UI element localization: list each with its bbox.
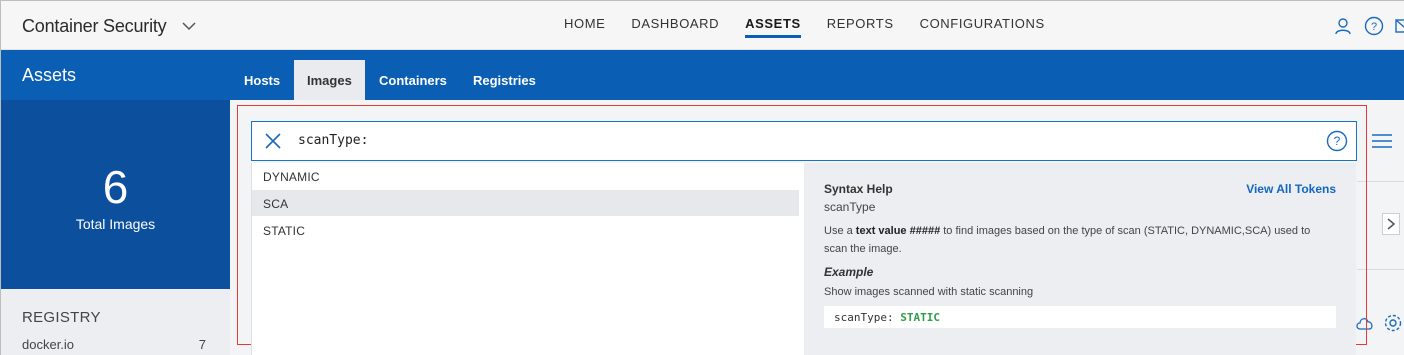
total-images-label: Total Images bbox=[75, 216, 156, 232]
syntax-description: Use a text value ##### to find images ba… bbox=[824, 222, 1324, 258]
syntax-help-title: Syntax Help bbox=[824, 182, 893, 196]
main-nav: HOME DASHBOARD ASSETS REPORTS CONFIGURAT… bbox=[564, 1, 1071, 50]
example-title: Example bbox=[824, 265, 874, 279]
desc-bold: text value ##### bbox=[855, 225, 941, 237]
suggestion-item[interactable]: DYNAMIC bbox=[252, 163, 799, 189]
svg-text:?: ? bbox=[1371, 21, 1377, 33]
nav-reports[interactable]: REPORTS bbox=[827, 1, 894, 50]
code-value: STATIC bbox=[900, 311, 940, 324]
nav-home[interactable]: HOME bbox=[564, 1, 605, 50]
section-band: Assets Hosts Images Containers Registrie… bbox=[1, 50, 1404, 100]
search-bar: ? bbox=[251, 121, 1357, 161]
desc-text: Use a bbox=[824, 225, 856, 237]
tab-images[interactable]: Images bbox=[294, 60, 365, 100]
search-input[interactable] bbox=[298, 133, 1198, 148]
registry-title: REGISTRY bbox=[22, 309, 101, 326]
registry-count: 7 bbox=[198, 337, 206, 352]
suggestion-list: DYNAMIC SCA STATIC bbox=[251, 163, 804, 355]
help-icon[interactable]: ? bbox=[1364, 16, 1384, 36]
user-icon[interactable] bbox=[1333, 16, 1353, 36]
tab-registries[interactable]: Registries bbox=[460, 60, 549, 100]
top-header: Container Security HOME DASHBOARD ASSETS… bbox=[1, 1, 1404, 50]
syntax-help-panel: Syntax Help View All Tokens scanType Use… bbox=[804, 163, 1356, 355]
close-icon[interactable] bbox=[264, 132, 282, 150]
suggestion-item-selected[interactable]: SCA bbox=[252, 190, 799, 216]
help-icon[interactable]: ? bbox=[1326, 130, 1348, 152]
example-code: scanType: STATIC bbox=[824, 306, 1336, 328]
section-title: Assets bbox=[22, 65, 77, 85]
registry-panel: REGISTRY docker.io 7 bbox=[1, 289, 230, 355]
total-images-count: 6 bbox=[102, 161, 129, 213]
tab-containers[interactable]: Containers bbox=[366, 60, 460, 100]
syntax-field-name: scanType bbox=[824, 200, 876, 214]
tab-hosts[interactable]: Hosts bbox=[231, 60, 293, 100]
code-key: scanType: bbox=[834, 311, 894, 324]
gear-icon[interactable] bbox=[1383, 313, 1403, 333]
nav-dashboard[interactable]: DASHBOARD bbox=[631, 1, 719, 50]
example-description: Show images scanned with static scanning bbox=[824, 286, 1034, 298]
view-all-tokens-link[interactable]: View All Tokens bbox=[1246, 182, 1336, 196]
nav-configurations[interactable]: CONFIGURATIONS bbox=[920, 1, 1045, 50]
svg-text:?: ? bbox=[1334, 134, 1341, 148]
registry-row[interactable]: docker.io 7 bbox=[22, 337, 206, 352]
menu-lines-icon[interactable] bbox=[1371, 132, 1393, 150]
registry-name: docker.io bbox=[22, 337, 75, 352]
chevron-down-icon[interactable] bbox=[181, 18, 197, 34]
nav-assets[interactable]: ASSETS bbox=[745, 1, 801, 50]
app-title[interactable]: Container Security bbox=[22, 16, 167, 37]
total-images-card: 6 Total Images bbox=[1, 100, 230, 289]
suggestion-item[interactable]: STATIC bbox=[252, 217, 799, 243]
next-page-button[interactable] bbox=[1382, 213, 1400, 235]
chevron-right-icon bbox=[1387, 218, 1396, 230]
mail-icon[interactable] bbox=[1395, 16, 1404, 36]
